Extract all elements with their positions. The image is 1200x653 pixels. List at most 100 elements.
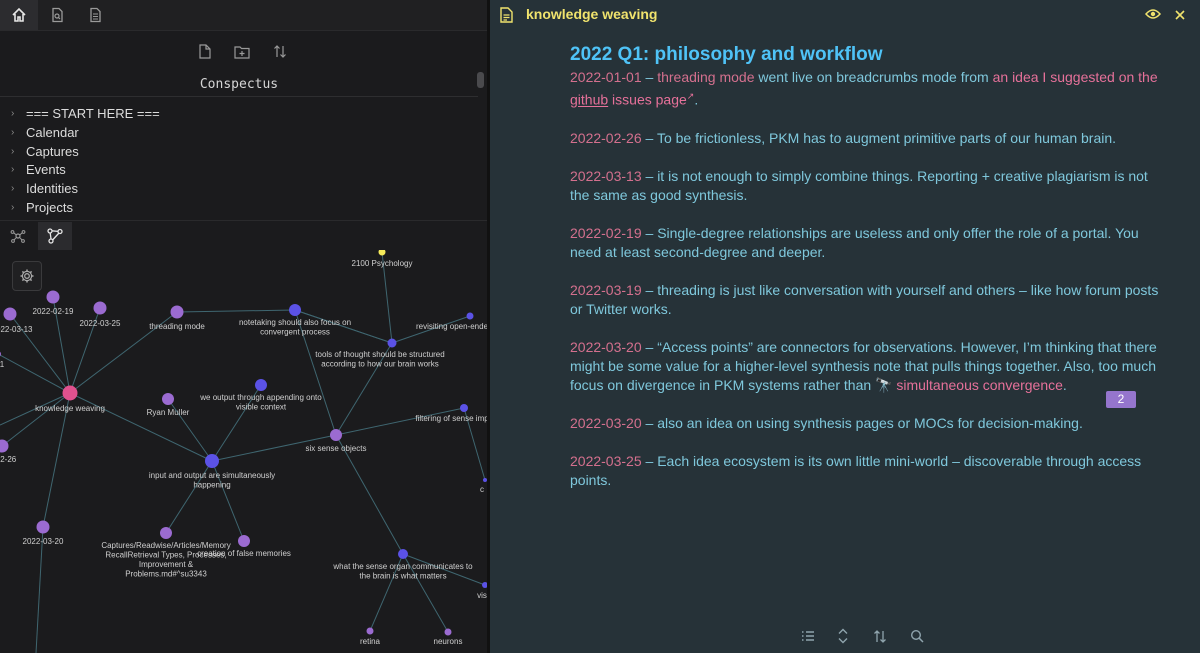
tree-item-label: === START HERE ===	[26, 106, 160, 121]
graph-node[interactable]	[330, 429, 342, 441]
graph-node[interactable]	[387, 338, 397, 348]
entry-paragraph: 2022-02-26 – To be frictionless, PKM has…	[570, 129, 1160, 148]
graph-node[interactable]	[162, 393, 174, 405]
graph-node[interactable]	[238, 535, 250, 547]
entry-text: .	[694, 91, 699, 108]
entry-paragraph: 2022-03-20 – also an idea on using synth…	[570, 414, 1160, 433]
sort-icon[interactable]	[870, 626, 890, 646]
entry-date-link[interactable]: 2022-03-19	[570, 282, 642, 298]
tree-item-label: Projects	[26, 199, 73, 215]
entry-date-link[interactable]: 2022-02-19	[570, 225, 642, 241]
local-graph-icon[interactable]	[38, 222, 72, 250]
entry-text: – it is not enough to simply combine thi…	[570, 167, 1148, 203]
chevron-right-icon: ›	[11, 108, 15, 119]
graph-node[interactable]	[255, 379, 267, 391]
graph-node[interactable]	[378, 250, 386, 256]
chevron-right-icon: ›	[11, 164, 15, 176]
tree-item-calendar[interactable]: › Calendar	[0, 124, 478, 143]
tree-item-projects[interactable]: › Projects	[0, 199, 478, 218]
page-heading: 2022 Q1: philosophy and workflow	[570, 44, 883, 65]
graph-node[interactable]	[366, 627, 374, 635]
graph-node[interactable]	[444, 628, 452, 636]
graph-node[interactable]	[205, 454, 219, 468]
vault-name: Conspectus	[0, 74, 478, 97]
graph-node-label: what the sense organ communicates to the …	[332, 562, 473, 581]
graph-node-label: neurons	[434, 637, 463, 646]
graph-node[interactable]	[289, 304, 301, 316]
tree-item-captures[interactable]: › Captures	[0, 143, 478, 162]
entry-text: – threading is just like conversation wi…	[570, 281, 1159, 317]
eye-icon[interactable]	[1145, 7, 1161, 26]
file-icon	[500, 7, 513, 28]
new-file-icon[interactable]	[193, 38, 217, 64]
entries-list: 2022-01-01 – threading mode went live on…	[570, 68, 1160, 490]
sidebar-tab-bar	[0, 0, 488, 31]
gear-icon[interactable]	[12, 261, 42, 291]
graph-node[interactable]	[466, 312, 474, 320]
close-icon[interactable]	[1174, 8, 1186, 26]
entry-paragraph: 2022-03-20 – “Access points” are connect…	[570, 338, 1160, 395]
graph-node[interactable]	[398, 549, 408, 559]
home-icon[interactable]	[0, 0, 38, 30]
local-graph-view[interactable]: 2100 Psychology 2022-02-19 2022-03-25 threa…	[0, 250, 488, 653]
telescope-icon: 🔭	[875, 376, 893, 393]
graph-node-label: notetaking should also focus on convergen…	[239, 318, 351, 337]
inline-link[interactable]: simultaneous convergence	[892, 377, 1063, 393]
tree-item-events[interactable]: › Events	[0, 161, 478, 180]
list-icon[interactable]	[798, 626, 818, 646]
tree-item-label: Identities	[26, 181, 79, 197]
tree-item-identities[interactable]: › Identities	[0, 180, 478, 199]
graph-canvas[interactable]: 2100 Psychology 2022-02-19 2022-03-25 threa…	[0, 250, 488, 653]
graph-node[interactable]	[36, 520, 50, 534]
entry-paragraph: 2022-02-19 – Single-degree relationships…	[570, 224, 1160, 262]
graph-node-label: vis	[477, 591, 487, 600]
inline-link[interactable]: issues page	[608, 92, 687, 108]
inline-link[interactable]: github	[570, 92, 608, 108]
graph-node[interactable]	[160, 527, 172, 539]
graph-node[interactable]	[170, 305, 184, 319]
entry-date-link[interactable]: 2022-03-20	[570, 339, 642, 355]
entry-text: – “Access points” are connectors for obs…	[570, 338, 1157, 393]
graph-node-label: retina	[360, 637, 381, 646]
file-explorer-toolbar	[0, 38, 488, 64]
graph-node[interactable]	[46, 290, 60, 304]
graph-network-icon[interactable]	[1, 222, 35, 250]
graph-node[interactable]	[93, 301, 107, 315]
graph-node-label: six sense objects	[306, 444, 367, 453]
explorer-scrollbar[interactable]	[477, 72, 484, 88]
graph-node-label: input and output are simultaneously happe…	[149, 471, 275, 490]
graph-node[interactable]	[3, 307, 17, 321]
entry-date-link[interactable]: 2022-03-20	[570, 415, 642, 431]
graph-node[interactable]	[62, 385, 78, 401]
entry-date-link[interactable]: 2022-02-26	[570, 130, 642, 146]
graph-node-label: c	[480, 485, 484, 494]
inline-link[interactable]: threading mode	[657, 69, 754, 85]
search-file-icon[interactable]	[38, 0, 76, 30]
document-icon[interactable]	[76, 0, 114, 30]
entry-date-link[interactable]: 2022-01-01	[570, 69, 642, 85]
search-icon[interactable]	[907, 626, 927, 646]
left-sidebar: Conspectus › === START HERE === › Calendar…	[0, 0, 488, 653]
inline-link[interactable]: an idea I suggested on the	[993, 69, 1158, 85]
new-folder-icon[interactable]	[230, 38, 254, 64]
entry-date-link[interactable]: 2022-03-25	[570, 453, 642, 469]
editor-header: knowledge weaving	[490, 0, 1200, 30]
entry-text: – also an idea on using synthesis pages …	[641, 414, 1083, 431]
tree-item-label: Calendar	[26, 124, 79, 140]
sort-icon[interactable]	[268, 38, 292, 64]
tree-item-start-here[interactable]: › === START HERE ===	[0, 105, 478, 124]
graph-node-label: 2022-02-19	[33, 307, 74, 316]
tree-item-label: Events	[26, 162, 66, 178]
graph-node-label: Ryan Muller	[147, 408, 190, 417]
entry-paragraph: 2022-01-01 – threading mode went live on…	[570, 68, 1160, 110]
expand-collapse-icon[interactable]	[833, 626, 853, 646]
graph-node-label: 2022-03-25	[80, 319, 121, 328]
entry-text: –	[641, 69, 658, 85]
graph-node[interactable]	[460, 404, 468, 412]
note-title[interactable]: knowledge weaving	[526, 6, 657, 22]
count-badge[interactable]: 2	[1106, 391, 1136, 408]
note-content: 2022 Q1: philosophy and workflow 2022-01…	[570, 44, 1160, 509]
entry-date-link[interactable]: 2022-03-13	[570, 168, 642, 184]
graph-node-label: filtering of sense imp	[415, 414, 488, 423]
editor-pane: knowledge weaving 2022 Q1: philosophy an…	[490, 0, 1200, 653]
